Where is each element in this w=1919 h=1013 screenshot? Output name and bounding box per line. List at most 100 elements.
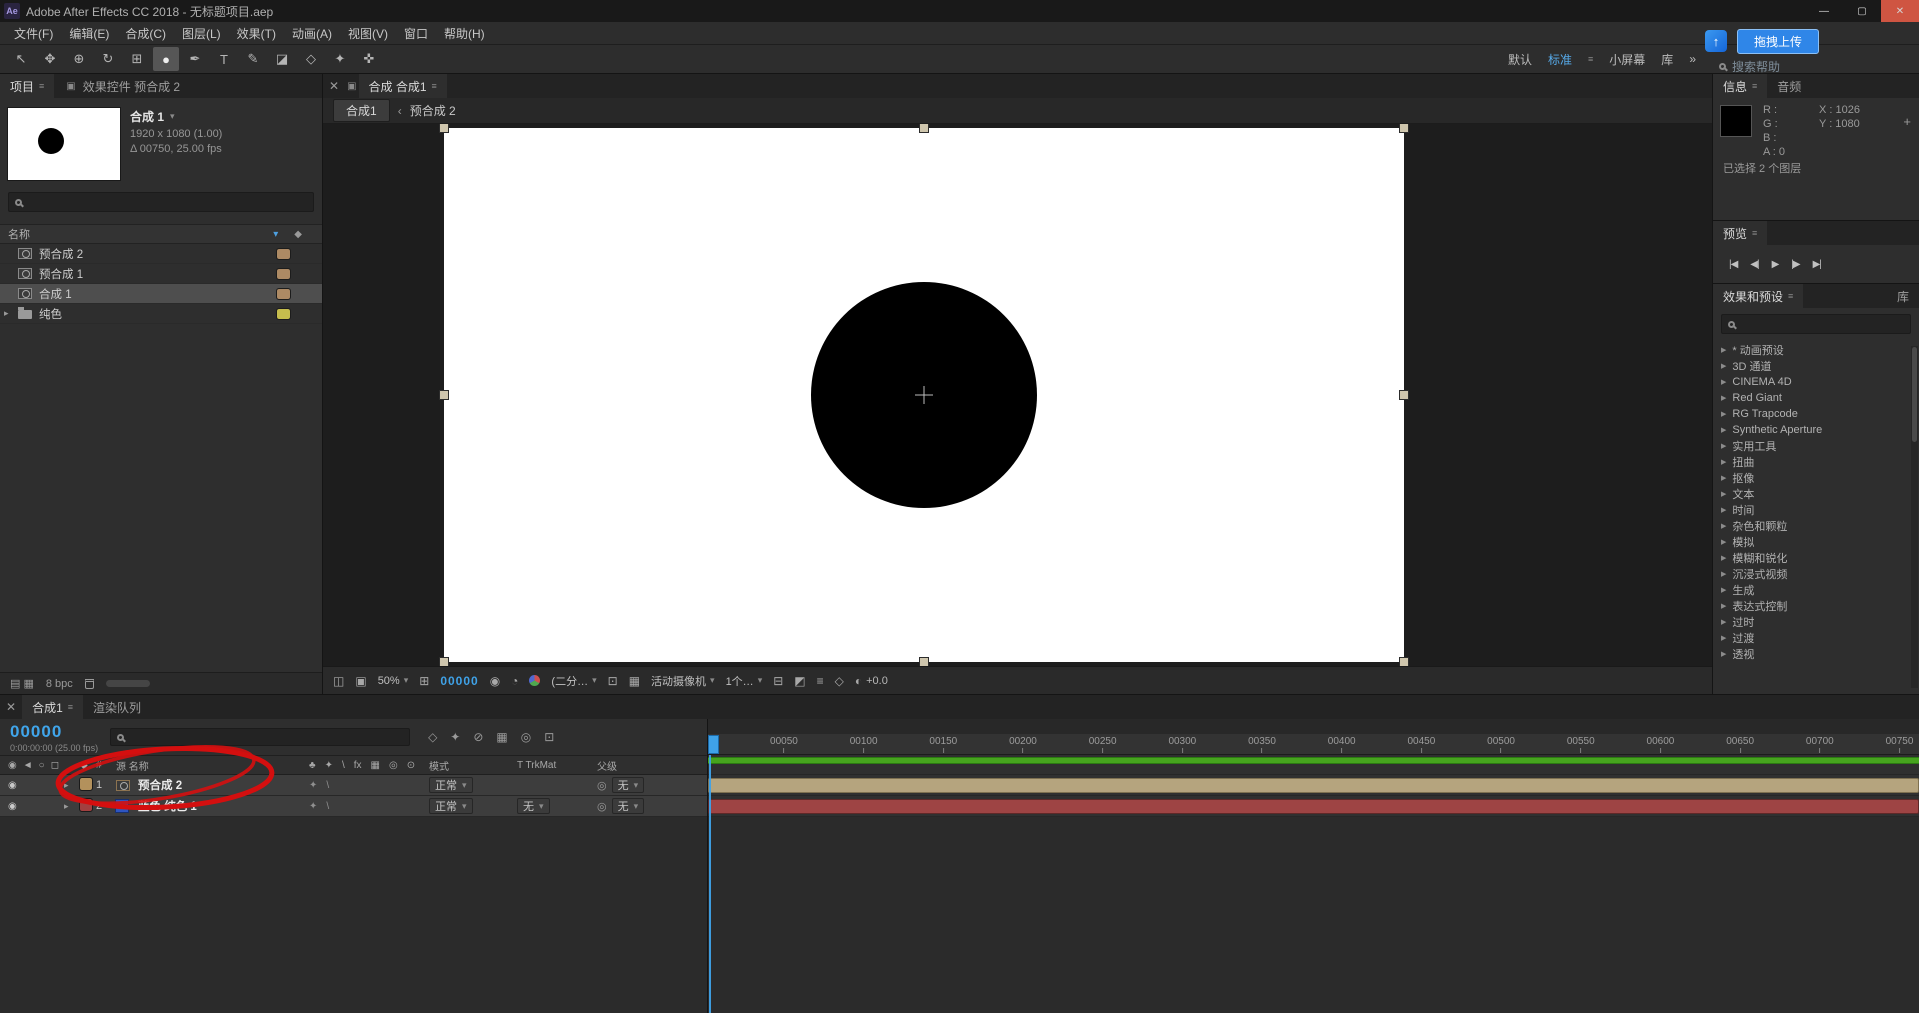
effects-category[interactable]: ▶ 杂色和颗粒 <box>1713 518 1919 534</box>
frame-blending-icon[interactable]: ▦ <box>496 730 507 744</box>
layer-visibility-icon[interactable]: ◉ <box>8 801 17 812</box>
effects-scrollbar[interactable] <box>1911 346 1918 688</box>
effects-category[interactable]: ▶ 模糊和锐化 <box>1713 550 1919 566</box>
workspace-standard[interactable]: 标准 <box>1548 51 1572 68</box>
project-item[interactable]: 预合成 2 <box>0 244 322 264</box>
expander-icon[interactable]: ▶ <box>1721 490 1726 498</box>
effects-category[interactable]: ▶ RG Trapcode <box>1713 406 1919 422</box>
menu-item[interactable]: 文件(F) <box>6 25 61 42</box>
expander-icon[interactable]: ▶ <box>1721 554 1726 562</box>
close-icon[interactable]: ✕ <box>323 74 345 98</box>
collapse-column-icon[interactable]: ✦ <box>325 760 333 771</box>
name-column-header[interactable]: 名称 <box>8 226 30 242</box>
menu-item[interactable]: 动画(A) <box>284 25 340 42</box>
next-frame-button[interactable]: |▶ <box>1791 259 1800 270</box>
video-column-icon[interactable]: ◉ <box>8 760 17 771</box>
chevron-down-icon[interactable]: ▾ <box>170 111 175 122</box>
menu-item[interactable]: 合成(C) <box>117 25 174 42</box>
expander-icon[interactable]: ▶ <box>1721 538 1726 546</box>
show-snapshot-icon[interactable]: ▣ <box>355 674 366 688</box>
parent-pickwhip-icon[interactable]: ◎ <box>597 800 607 813</box>
selection-handle[interactable] <box>439 657 449 666</box>
roto-brush-tool-icon[interactable]: ✦ <box>327 47 353 71</box>
flowchart-button-icon[interactable]: ◇ <box>835 674 844 688</box>
expander-icon[interactable]: ▶ <box>1721 378 1726 386</box>
panel-menu-icon[interactable]: ≡ <box>1752 81 1757 91</box>
source-name-column[interactable]: 源 名称 <box>116 758 309 773</box>
resolution-select[interactable]: (二分… ▾ <box>551 673 596 689</box>
magnification-select[interactable]: 50% ▾ <box>378 675 409 687</box>
puppet-pin-tool-icon[interactable]: ✜ <box>356 47 382 71</box>
timeline-search-input[interactable] <box>110 728 411 746</box>
anchor-point[interactable] <box>915 386 933 404</box>
menu-item[interactable]: 图层(L) <box>174 25 229 42</box>
graph-editor-icon[interactable]: ⊡ <box>544 730 554 744</box>
layer-visibility-icon[interactable]: ◉ <box>8 780 17 791</box>
trkmat-select[interactable]: 无 ▾ <box>517 798 550 814</box>
expander-icon[interactable]: ▸ <box>4 308 9 319</box>
workspace-overflow[interactable]: » <box>1689 52 1696 66</box>
layer-duration-bar[interactable] <box>708 798 1919 814</box>
maximize-button[interactable]: ▢ <box>1843 0 1881 22</box>
tab-composition[interactable]: 合成 合成1 ≡ <box>358 74 447 98</box>
search-help[interactable]: 搜索帮助 <box>1719 58 1780 75</box>
label-column-icon[interactable]: ◆ <box>80 760 96 771</box>
pan-behind-tool-icon[interactable]: ⊞ <box>124 47 150 71</box>
nav-precomp2-label[interactable]: 预合成 2 <box>410 102 456 119</box>
roi-icon[interactable]: ⊡ <box>608 674 618 688</box>
menu-item[interactable]: 帮助(H) <box>436 25 493 42</box>
layer-label-chip[interactable] <box>79 797 93 812</box>
composition-mini-flowchart-icon[interactable]: ◇ <box>428 730 437 744</box>
expander-icon[interactable]: ▶ <box>1721 650 1726 658</box>
close-icon[interactable]: ✕ <box>0 695 22 719</box>
effects-category[interactable]: ▶ 生成 <box>1713 582 1919 598</box>
expander-icon[interactable]: ▶ <box>1721 394 1726 402</box>
effects-category[interactable]: ▶ 3D 通道 <box>1713 358 1919 374</box>
label-color-chip[interactable] <box>276 287 291 300</box>
menu-item[interactable]: 编辑(E) <box>61 25 117 42</box>
plus-icon[interactable]: + <box>1903 114 1911 129</box>
layer-switch[interactable]: ✦ <box>309 780 317 791</box>
nav-comp1-button[interactable]: 合成1 <box>333 99 390 122</box>
layer-label-chip[interactable] <box>79 776 93 791</box>
project-settings-icon[interactable]: ▤ <box>10 678 23 690</box>
viewer-timecode[interactable]: 00000 <box>440 674 478 688</box>
layer-name[interactable]: 预合成 2 <box>138 777 309 793</box>
effects-category[interactable]: ▶ 过渡 <box>1713 630 1919 646</box>
shape-tool-icon[interactable]: ● <box>153 47 179 71</box>
tab-library[interactable]: 库 <box>1887 284 1919 308</box>
menu-item[interactable]: 视图(V) <box>340 25 396 42</box>
bit-depth-label[interactable]: 8 bpc <box>46 678 73 690</box>
layer-name[interactable]: 蓝色 纯色 1 <box>138 798 309 814</box>
hide-shy-layers-icon[interactable]: ⊘ <box>473 730 483 744</box>
audio-column-icon[interactable]: ◄ <box>23 760 33 771</box>
effects-category[interactable]: ▶ 实用工具 <box>1713 438 1919 454</box>
trkmat-column[interactable]: T TrkMat <box>517 760 597 771</box>
parent-column[interactable]: 父级 <box>597 758 707 773</box>
parent-pickwhip-icon[interactable]: ◎ <box>597 779 607 792</box>
shy-column-icon[interactable]: ♣ <box>309 760 316 771</box>
solo-column-icon[interactable]: ○ <box>39 760 45 771</box>
expander-icon[interactable]: ▶ <box>1721 634 1726 642</box>
selection-handle[interactable] <box>919 124 929 133</box>
playhead[interactable] <box>708 735 719 754</box>
channel-icon[interactable] <box>529 675 541 686</box>
effects-category[interactable]: ▶ Red Giant <box>1713 390 1919 406</box>
pen-tool-icon[interactable]: ✒ <box>182 47 208 71</box>
panel-menu-icon[interactable]: ≡ <box>39 81 44 91</box>
last-frame-button[interactable]: ▶| <box>1813 259 1822 270</box>
hand-tool-icon[interactable]: ✥ <box>37 47 63 71</box>
clone-stamp-tool-icon[interactable]: ◪ <box>269 47 295 71</box>
panel-menu-icon[interactable]: ≡ <box>1788 291 1793 301</box>
expander-icon[interactable]: ▶ <box>1721 522 1726 530</box>
grid-guides-icon[interactable]: ⊞ <box>419 674 429 688</box>
draft-3d-icon[interactable]: ✦ <box>450 730 460 744</box>
layer-duration-bar[interactable] <box>708 777 1919 793</box>
mask-visibility-icon[interactable]: ◔ <box>511 674 518 688</box>
brush-tool-icon[interactable]: ✎ <box>240 47 266 71</box>
tab-render-queue[interactable]: 渲染队列 <box>83 695 151 719</box>
zoom-tool-icon[interactable]: ⊕ <box>66 47 92 71</box>
frame-blend-column-icon[interactable]: ▦ <box>371 760 380 771</box>
expander-icon[interactable]: ▶ <box>1721 442 1726 450</box>
black-circle-layer[interactable] <box>811 282 1037 508</box>
